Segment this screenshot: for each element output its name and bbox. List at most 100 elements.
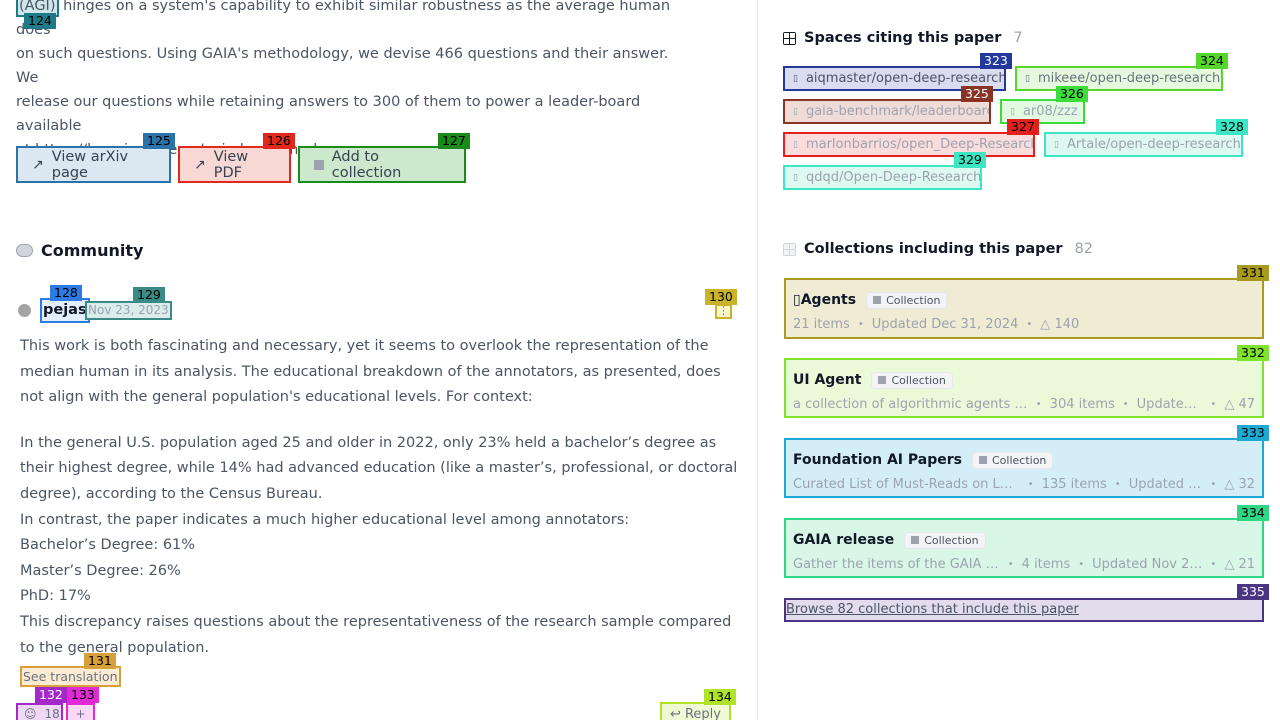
comment-date[interactable]: Nov 23, 2023 [85, 301, 172, 320]
space-name: aiqmaster/open-deep-research [805, 71, 1006, 86]
comment-paragraph: This work is both fascinating and necess… [20, 338, 721, 406]
space-chip[interactable]: ▯ Artale/open-deep-research [1044, 132, 1243, 157]
view-arxiv-label: View arXiv page [51, 148, 129, 181]
marker-tag: 334 [1237, 505, 1269, 521]
space-chip[interactable]: ▯ mikeee/open-deep-research [1015, 66, 1223, 91]
comment-paragraph: Master’s Degree: 26% [20, 562, 181, 579]
space-name: gaia-benchmark/leaderboard [805, 104, 991, 119]
marker-tag: 329 [954, 152, 986, 168]
view-pdf-button[interactable]: ↗ View PDF [178, 146, 291, 183]
abstract-text: (AGI) hinges on a system's capability to… [16, 0, 676, 162]
collection-icon [978, 456, 987, 464]
collection-icon [911, 536, 920, 544]
spaces-heading: Spaces citing this paper 7 [783, 30, 1023, 46]
space-icon: ▯ [793, 106, 798, 117]
space-name: qdqd/Open-Deep-Research [805, 170, 982, 185]
space-name: mikeee/open-deep-research [1037, 71, 1221, 86]
marker-tag: 126 [263, 133, 295, 149]
marker-tag: 325 [961, 86, 993, 102]
collection-item-count: 304 items [1049, 396, 1115, 412]
upvote-icon: △ [1224, 476, 1235, 492]
collections-title: Collections including this paper [804, 241, 1063, 257]
collection-badge: Collection [904, 531, 986, 549]
marker-tag: 331 [1237, 265, 1269, 281]
collection-icon [873, 296, 882, 304]
collection-description: Gather the items of the GAIA rel... [793, 556, 1000, 572]
marker-tag: 134 [704, 689, 736, 705]
space-name: marlonbarrios/open_Deep-Research [805, 137, 1035, 152]
space-chip[interactable]: ▯ gaia-benchmark/leaderboard [783, 99, 991, 124]
reaction-count: 18 [44, 707, 60, 720]
space-icon: ▯ [793, 139, 798, 150]
reaction-emoji-icon: ☺ [24, 707, 37, 720]
upvote-icon: △ [1224, 396, 1235, 412]
collection-title: UI Agent [793, 372, 862, 388]
space-name: ar08/zzz [1022, 104, 1078, 119]
marker-tag: 328 [1216, 119, 1248, 135]
abstract-line-3: release our questions while retaining an… [16, 94, 641, 134]
collection-card[interactable]: Foundation AI Papers Collection Curated … [784, 438, 1264, 498]
collection-title: Foundation AI Papers [793, 452, 962, 468]
community-heading: Community [16, 241, 143, 260]
collection-updated: Updated Dec 31, 2024 [871, 316, 1019, 332]
space-icon: ▯ [1010, 106, 1015, 117]
collection-updated: Updated J... [1128, 476, 1203, 492]
collection-card[interactable]: GAIA release Collection Gather the items… [784, 518, 1264, 578]
chat-bubble-icon [16, 244, 33, 257]
comment-username[interactable]: pejas [40, 298, 90, 323]
browse-collections-link[interactable]: Browse 82 collections that include this … [784, 598, 1264, 622]
add-to-collection-label: Add to collection [331, 148, 402, 181]
collection-badge: Collection [971, 451, 1054, 469]
marker-tag: 323 [980, 53, 1012, 69]
collection-item-count: 4 items [1021, 556, 1071, 572]
collection-updated: Updated Nov 23, 2... [1092, 556, 1202, 572]
avatar[interactable] [18, 304, 31, 317]
comment-header: pejas Nov 23, 2023 ⋮ [18, 298, 738, 324]
collection-icon [878, 376, 887, 384]
collection-card[interactable]: ▯Agents Collection 21 items • Updated Dec… [784, 278, 1264, 339]
paper-sidebar: Spaces citing this paper 7 ▯ aiqmaster/op… [759, 0, 1280, 720]
upvote-icon: △ [1224, 556, 1235, 572]
marker-tag: 124 [24, 13, 56, 29]
community-title: Community [41, 241, 144, 260]
add-to-collection-button[interactable]: Add to collection [298, 146, 466, 183]
comment-paragraph: Bachelor’s Degree: 61% [20, 537, 196, 554]
marker-tag: 132 [35, 687, 67, 703]
comment-paragraph: In the general U.S. population aged 25 a… [20, 434, 738, 502]
agent-icon: ▯ [793, 292, 801, 308]
collection-description: a collection of algorithmic agents for u… [793, 396, 1028, 412]
collection-item-count: 135 items [1041, 476, 1107, 492]
collection-likes: 32 [1238, 476, 1255, 492]
more-options-icon[interactable]: ⋮ [715, 304, 732, 319]
marker-tag: 332 [1237, 345, 1269, 361]
collections-heading: Collections including this paper 82 [783, 241, 1093, 257]
marker-tag: 128 [50, 285, 82, 301]
marker-tag: 131 [84, 653, 116, 669]
comment-paragraph: PhD: 17% [20, 588, 91, 605]
spaces-icon [783, 31, 796, 45]
marker-tag: 133 [67, 687, 99, 703]
space-chip[interactable]: ▯ marlonbarrios/open_Deep-Research [783, 132, 1035, 157]
space-icon: ▯ [793, 73, 798, 84]
space-icon: ▯ [1054, 139, 1059, 150]
view-arxiv-button[interactable]: ↗ View arXiv page [16, 146, 171, 183]
collection-likes: 47 [1238, 396, 1255, 412]
collection-card[interactable]: UI Agent Collection a collection of algo… [784, 358, 1264, 418]
reaction-button[interactable]: ☺ 18 [16, 703, 63, 720]
external-link-icon: ↗ [194, 156, 206, 173]
marker-tag: 335 [1237, 584, 1269, 600]
space-icon: ▯ [793, 172, 798, 183]
spaces-count: 7 [1013, 30, 1023, 46]
marker-tag: 333 [1237, 425, 1269, 441]
marker-tag: 130 [705, 289, 737, 305]
see-translation-button[interactable]: See translation [20, 666, 121, 687]
collection-likes: 140 [1054, 316, 1080, 332]
reply-label: Reply [684, 706, 721, 720]
collection-icon [314, 159, 324, 170]
comment-paragraph: This discrepancy raises questions about … [20, 613, 732, 656]
collection-badge: Collection [866, 291, 948, 309]
marker-tag: 324 [1196, 53, 1228, 69]
space-chip[interactable]: ▯ qdqd/Open-Deep-Research [783, 165, 982, 190]
add-reaction-button[interactable]: + [66, 703, 95, 720]
marker-tag: 326 [1056, 86, 1088, 102]
